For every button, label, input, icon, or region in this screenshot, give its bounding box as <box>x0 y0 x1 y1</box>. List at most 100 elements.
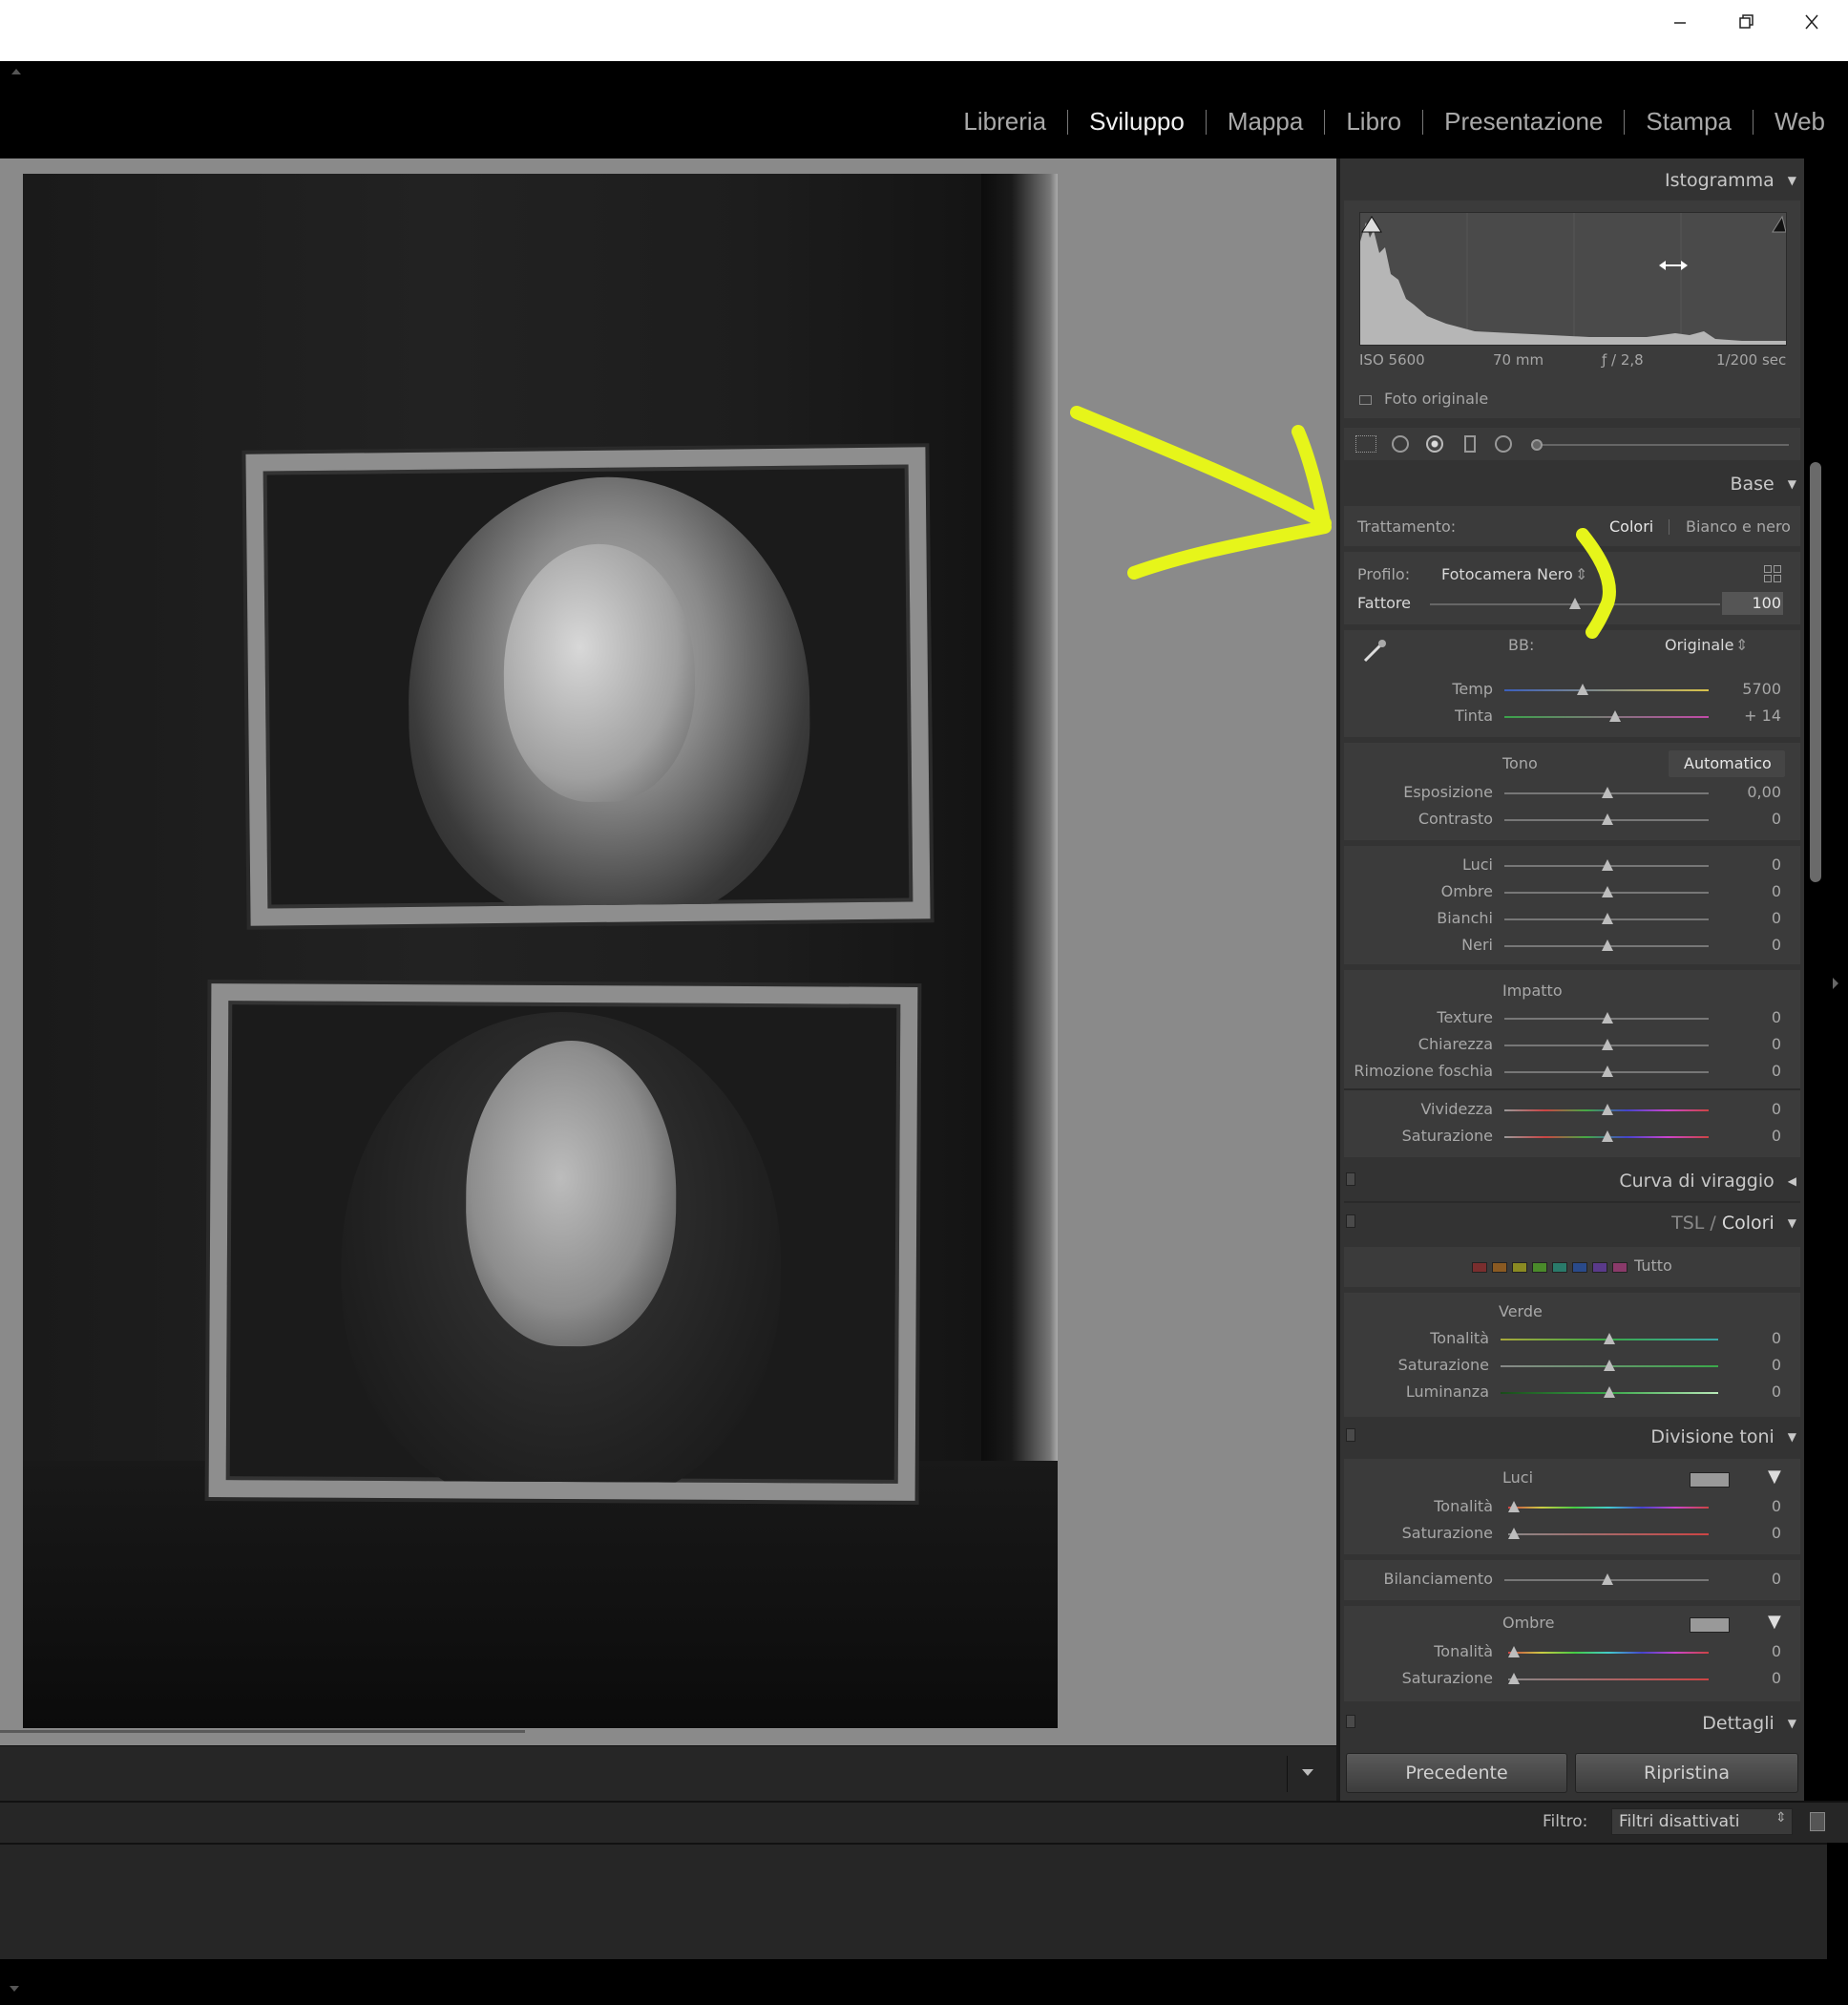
color-swatch[interactable] <box>1472 1262 1487 1273</box>
shadows-color-swatch[interactable] <box>1690 1617 1730 1633</box>
hsl-toggle[interactable] <box>1346 1214 1355 1228</box>
texture-value[interactable]: 0 <box>1724 1008 1781 1026</box>
exposure-value[interactable]: 0,00 <box>1724 783 1781 801</box>
color-swatch[interactable] <box>1552 1262 1567 1273</box>
color-swatch[interactable] <box>1612 1262 1628 1273</box>
filter-lock-icon[interactable] <box>1810 1812 1825 1831</box>
texture-slider-thumb[interactable] <box>1602 1012 1613 1024</box>
highlights-hue-slider-thumb[interactable] <box>1508 1501 1520 1512</box>
crop-tool-icon[interactable] <box>1355 435 1376 453</box>
clarity-value[interactable]: 0 <box>1724 1035 1781 1053</box>
color-swatch[interactable] <box>1532 1262 1547 1273</box>
vibrance-value[interactable]: 0 <box>1724 1100 1781 1118</box>
tone-curve-header[interactable]: Curva di viraggio ◀ <box>1619 1171 1796 1192</box>
photo-preview[interactable] <box>23 174 1058 1728</box>
highlights-slider-thumb[interactable] <box>1602 859 1613 871</box>
balance-value[interactable]: 0 <box>1724 1570 1781 1588</box>
saturation-slider-thumb[interactable] <box>1602 1130 1613 1142</box>
brush-slider[interactable] <box>1531 444 1789 446</box>
blacks-value[interactable]: 0 <box>1724 936 1781 954</box>
module-libro[interactable]: Libro <box>1325 107 1422 137</box>
previous-button[interactable]: Precedente <box>1346 1753 1567 1793</box>
lum-value[interactable]: 0 <box>1724 1382 1781 1401</box>
filter-dropdown-arrow-icon[interactable]: ⇕ <box>1775 1810 1787 1826</box>
shadows-hue-value[interactable]: 0 <box>1724 1642 1781 1660</box>
base-header[interactable]: Base ▼ <box>1730 474 1796 495</box>
contrast-value[interactable]: 0 <box>1724 810 1781 828</box>
wb-dropdown-arrow-icon[interactable]: ⇕ <box>1735 636 1748 654</box>
shadows-sat-slider-track[interactable] <box>1508 1678 1709 1680</box>
shadows-value[interactable]: 0 <box>1724 882 1781 900</box>
collapse-top-panel-icon[interactable] <box>11 69 21 74</box>
color-swatch[interactable] <box>1512 1262 1527 1273</box>
sat-value[interactable]: 0 <box>1724 1356 1781 1374</box>
toolbar-menu-icon[interactable] <box>1302 1769 1313 1776</box>
sat-slider-thumb[interactable] <box>1604 1360 1615 1371</box>
reset-button[interactable]: Ripristina <box>1575 1753 1798 1793</box>
shadows-hue-slider-track[interactable] <box>1508 1652 1709 1654</box>
highlights-sat-value[interactable]: 0 <box>1724 1524 1781 1542</box>
exposure-slider-thumb[interactable] <box>1602 787 1613 798</box>
profile-browser-grid-icon[interactable] <box>1764 565 1781 582</box>
brush-icon[interactable] <box>1531 439 1543 451</box>
color-swatch[interactable] <box>1572 1262 1587 1273</box>
split-toning-header[interactable]: Divisione toni ▼ <box>1650 1426 1796 1447</box>
eyedropper-icon[interactable] <box>1361 638 1388 665</box>
highlights-sat-slider-thumb[interactable] <box>1508 1528 1520 1539</box>
restore-icon[interactable] <box>1724 8 1766 36</box>
radial-filter-icon[interactable] <box>1495 435 1512 453</box>
right-panel-scrollbar[interactable] <box>1810 462 1821 882</box>
tint-value[interactable]: + 14 <box>1724 707 1781 725</box>
highlights-value[interactable]: 0 <box>1724 855 1781 874</box>
hsl-tab[interactable]: TSL <box>1671 1213 1704 1234</box>
treatment-bw-option[interactable]: Bianco e nero <box>1686 517 1791 536</box>
details-header[interactable]: Dettagli ▼ <box>1702 1713 1796 1734</box>
balance-slider-thumb[interactable] <box>1602 1573 1613 1585</box>
module-libreria[interactable]: Libreria <box>942 107 1067 137</box>
highlights-color-swatch[interactable] <box>1690 1472 1730 1488</box>
shadows-sat-value[interactable]: 0 <box>1724 1669 1781 1687</box>
image-horizontal-scrollbar[interactable] <box>0 1730 525 1733</box>
highlights-hue-value[interactable]: 0 <box>1724 1497 1781 1515</box>
temp-slider-track[interactable] <box>1504 689 1709 691</box>
right-panel-toggle-icon[interactable] <box>1833 978 1838 989</box>
treatment-color-option[interactable]: Colori <box>1609 517 1653 536</box>
amount-slider-thumb[interactable] <box>1569 598 1581 609</box>
highlights-color-picker-icon[interactable]: ▼ <box>1768 1467 1781 1487</box>
profile-dropdown-arrow-icon[interactable]: ⇕ <box>1575 565 1587 583</box>
module-mappa[interactable]: Mappa <box>1207 107 1325 137</box>
wb-dropdown[interactable]: Originale <box>1665 636 1733 654</box>
profile-dropdown[interactable]: Fotocamera Nero <box>1441 565 1573 583</box>
whites-slider-thumb[interactable] <box>1602 913 1613 924</box>
vibrance-slider-thumb[interactable] <box>1602 1104 1613 1115</box>
hue-slider-thumb[interactable] <box>1604 1333 1615 1344</box>
module-stampa[interactable]: Stampa <box>1625 107 1753 137</box>
shadows-sat-slider-thumb[interactable] <box>1508 1673 1520 1684</box>
split-toning-toggle[interactable] <box>1346 1428 1355 1442</box>
red-eye-icon[interactable] <box>1426 435 1443 453</box>
saturation-value[interactable]: 0 <box>1724 1127 1781 1145</box>
all-colors-option[interactable]: Tutto <box>1634 1256 1672 1275</box>
highlights-sat-slider-track[interactable] <box>1508 1533 1709 1535</box>
graduated-filter-icon[interactable] <box>1464 435 1476 453</box>
dehaze-slider-thumb[interactable] <box>1602 1066 1613 1077</box>
shadows-hue-slider-thumb[interactable] <box>1508 1646 1520 1657</box>
histogram-header[interactable]: Istogramma ▼ <box>1665 170 1796 191</box>
hsl-header[interactable]: TSL / Colori ▼ <box>1671 1213 1796 1234</box>
contrast-slider-thumb[interactable] <box>1602 813 1613 825</box>
shadows-slider-thumb[interactable] <box>1602 886 1613 897</box>
blacks-slider-thumb[interactable] <box>1602 939 1613 951</box>
module-web[interactable]: Web <box>1754 107 1825 137</box>
minimize-icon[interactable] <box>1659 8 1701 36</box>
spot-removal-icon[interactable] <box>1392 435 1409 453</box>
collapse-filmstrip-icon[interactable] <box>10 1986 19 1992</box>
filmstrip[interactable] <box>0 1843 1827 1959</box>
module-sviluppo[interactable]: Sviluppo <box>1068 107 1206 137</box>
hue-value[interactable]: 0 <box>1724 1329 1781 1347</box>
module-presentazione[interactable]: Presentazione <box>1423 107 1624 137</box>
temp-value[interactable]: 5700 <box>1724 680 1781 698</box>
colors-tab[interactable]: Colori <box>1722 1213 1774 1234</box>
histogram[interactable] <box>1359 212 1787 346</box>
details-toggle[interactable] <box>1346 1715 1355 1728</box>
whites-value[interactable]: 0 <box>1724 909 1781 927</box>
